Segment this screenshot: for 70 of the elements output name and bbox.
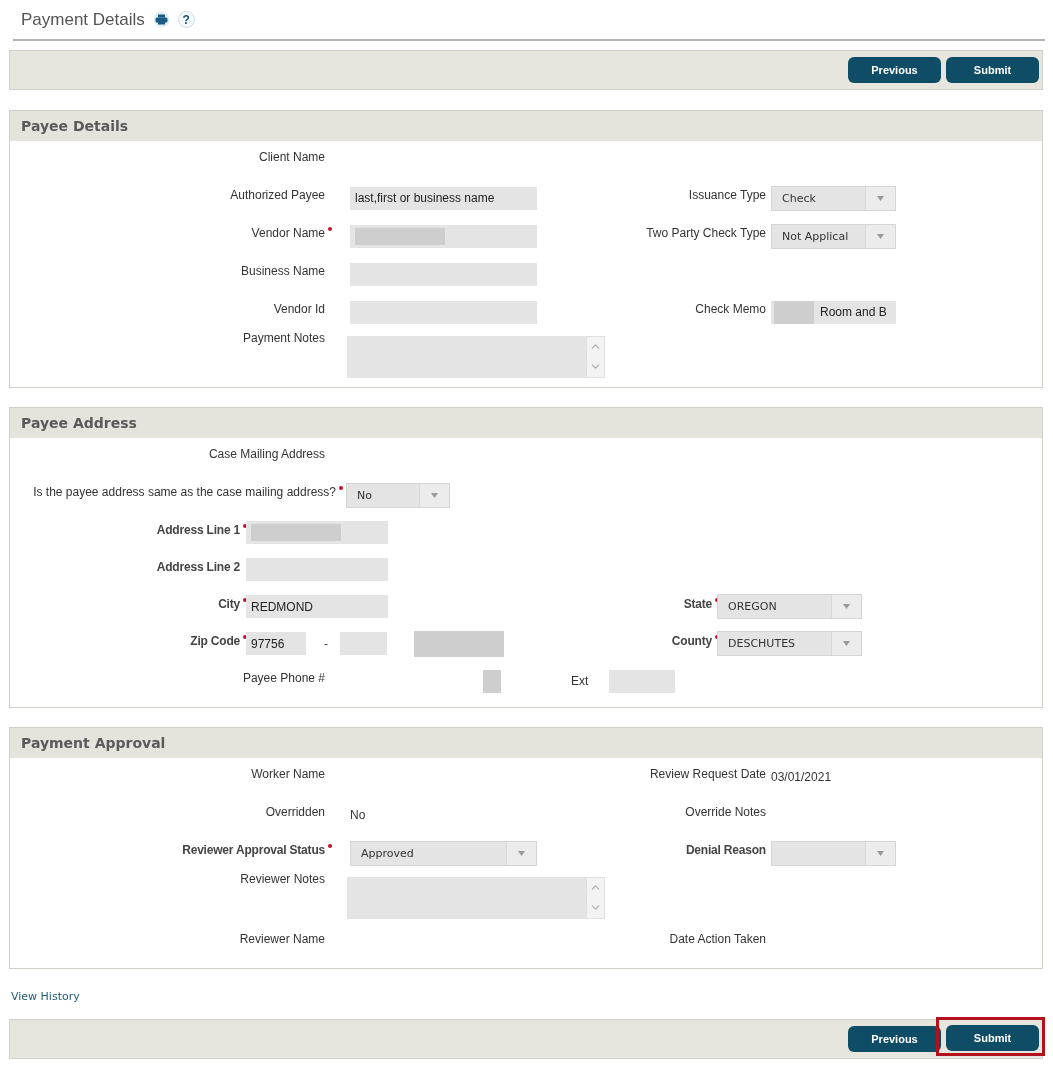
text-field[interactable] [350, 300, 537, 324]
caret-icon [831, 632, 861, 655]
select-field[interactable]: DESCHUTES [717, 631, 862, 656]
field-label: Client Name [258, 150, 325, 164]
select-field[interactable]: Check [771, 185, 896, 211]
field-label: Reviewer Notes [240, 872, 325, 886]
text-field[interactable] [340, 632, 387, 655]
previous-button[interactable]: Previous [848, 1026, 941, 1052]
field-label: Address Line 1 [156, 522, 240, 537]
field-label: Vendor Name [251, 226, 325, 240]
field-label: City [218, 596, 240, 611]
caret-icon [419, 483, 449, 507]
separator-text: - [324, 636, 328, 651]
field-label: State [683, 596, 712, 611]
field-value: No [350, 808, 366, 822]
field-label: Zip Code [190, 633, 240, 648]
textarea-field[interactable] [347, 876, 605, 919]
field-label: Vendor Id [273, 302, 325, 316]
field-label: Override Notes [685, 805, 766, 819]
field-label: Overridden [265, 805, 325, 819]
text-field[interactable] [350, 262, 537, 286]
field-label: County [671, 633, 712, 648]
field-label: Two Party Check Type [646, 226, 766, 240]
field-label: Ext [571, 674, 589, 688]
field-label: Payee Phone # [242, 671, 325, 685]
field-label: Is the payee address same as the case mailing address? [33, 485, 336, 499]
field-label: Address Line 2 [156, 559, 240, 574]
caret-icon [865, 186, 895, 210]
field-label: Check Memo [695, 302, 766, 316]
text-field[interactable]: 97756 [246, 632, 306, 655]
field-label: Review Request Date [649, 767, 766, 781]
select-field[interactable]: Not Applical [771, 223, 896, 249]
caret-icon [865, 841, 895, 865]
caret-icon [865, 224, 895, 248]
field-label: Issuance Type [688, 188, 766, 202]
select-field[interactable] [771, 840, 896, 866]
field-label: Reviewer Name [239, 932, 325, 946]
field-value: 03/01/2021 [771, 770, 832, 784]
field-label: Worker Name [251, 767, 325, 781]
field-label: Date Action Taken [669, 932, 766, 946]
print-icon[interactable] [152, 11, 170, 28]
caret-icon [506, 841, 536, 865]
redaction-block [483, 669, 501, 693]
field-label: Business Name [240, 264, 325, 278]
submit-button[interactable]: Submit [946, 57, 1039, 83]
section-title: Payment Approval [10, 728, 1042, 758]
help-icon[interactable]: ? [177, 11, 195, 28]
field-label: Authorized Payee [230, 188, 325, 202]
caret-icon [831, 595, 861, 618]
text-field[interactable] [246, 558, 388, 581]
field-label: Denial Reason [685, 843, 766, 857]
field-label: Payment Notes [242, 331, 325, 345]
select-field[interactable]: Approved [350, 840, 537, 866]
field-label: Case Mailing Address [208, 447, 325, 461]
text-field[interactable]: REDMOND [246, 595, 388, 618]
select-field[interactable]: No [346, 482, 450, 508]
section-title: Payee Details [10, 111, 1042, 141]
previous-button[interactable]: Previous [848, 57, 941, 83]
section-title: Payee Address [10, 408, 1042, 438]
text-field[interactable]: last,first or business name [350, 186, 537, 210]
text-field[interactable]: Room and B [771, 300, 896, 324]
text-field[interactable] [350, 224, 537, 248]
field-label: Reviewer Approval Status [182, 843, 325, 857]
page-title: Payment Details [21, 9, 145, 30]
textarea-field[interactable] [347, 335, 605, 378]
text-field[interactable] [609, 669, 676, 693]
submit-button[interactable]: Submit [946, 1025, 1039, 1051]
select-field[interactable]: OREGON [717, 594, 862, 619]
view-history-link[interactable]: View History [11, 990, 80, 1003]
text-field[interactable] [246, 521, 388, 544]
